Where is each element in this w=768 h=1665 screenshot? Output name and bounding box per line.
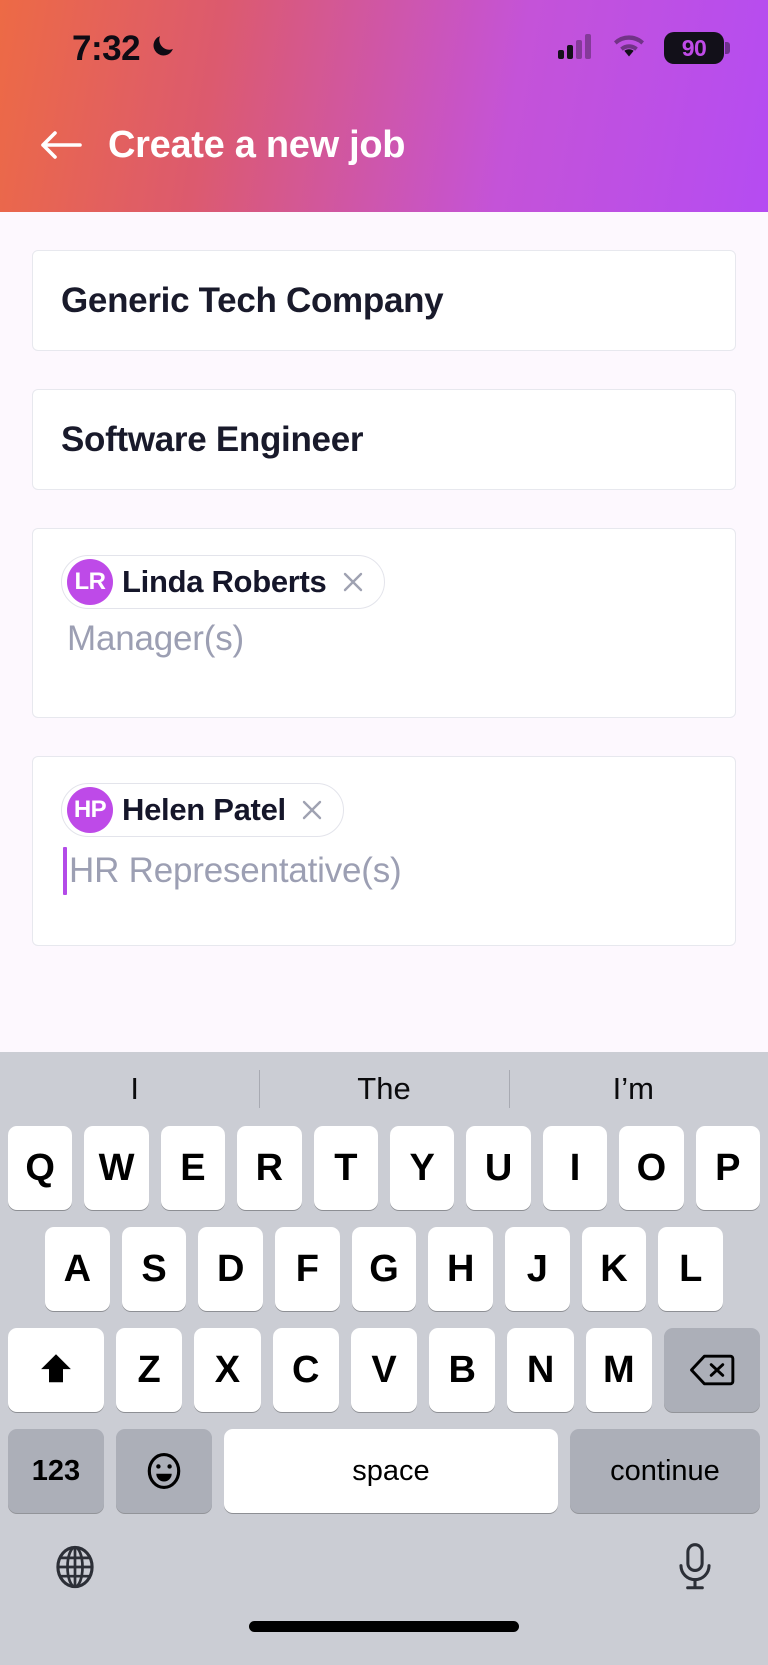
backspace-icon [689, 1354, 735, 1386]
suggestion-2[interactable]: I’m [509, 1071, 758, 1107]
job-title-field[interactable]: Software Engineer [32, 389, 736, 490]
key-m[interactable]: M [585, 1328, 652, 1412]
suggestion-0[interactable]: I [10, 1071, 259, 1107]
back-arrow-icon [41, 131, 82, 159]
emoji-icon [147, 1452, 181, 1490]
shift-icon [41, 1354, 71, 1383]
manager-chip[interactable]: LR Linda Roberts [61, 555, 385, 609]
key-s[interactable]: S [121, 1227, 187, 1311]
keyboard-row-3: Z X C V B N M [0, 1328, 768, 1412]
key-j[interactable]: J [505, 1227, 570, 1311]
avatar: HP [67, 787, 113, 833]
company-name-value: Generic Tech Company [61, 280, 444, 320]
key-l[interactable]: L [658, 1227, 724, 1311]
battery-nub [725, 42, 730, 54]
job-form: Generic Tech Company Software Engineer L… [0, 212, 768, 1052]
status-bar-right: 90 [558, 32, 730, 64]
key-e[interactable]: E [160, 1126, 226, 1210]
key-t[interactable]: T [313, 1126, 378, 1210]
avatar: LR [67, 559, 113, 605]
cellular-signal-icon [558, 33, 594, 64]
wifi-icon [611, 32, 647, 64]
dictation-key[interactable] [672, 1542, 718, 1592]
battery-level: 90 [681, 34, 707, 61]
key-g[interactable]: G [351, 1227, 417, 1311]
home-indicator-area [0, 1621, 768, 1665]
key-v[interactable]: V [350, 1328, 418, 1412]
keyboard-bottom-bar [0, 1513, 768, 1621]
key-p[interactable]: P [695, 1126, 761, 1210]
globe-key[interactable] [50, 1542, 100, 1592]
manager-chip-label: Linda Roberts [122, 564, 327, 599]
key-h[interactable]: H [428, 1227, 494, 1311]
phone-screen: 7:32 90 Create a new job Generic Tech Co… [0, 0, 768, 1665]
close-icon[interactable] [297, 795, 327, 825]
key-w[interactable]: W [84, 1126, 149, 1210]
status-bar: 7:32 90 [0, 0, 768, 96]
suggestion-bar: I The I’m [0, 1052, 768, 1126]
back-button[interactable] [34, 118, 88, 172]
shift-key[interactable] [8, 1328, 105, 1412]
keyboard-row-4: 123 space continue [0, 1429, 768, 1513]
key-d[interactable]: D [198, 1227, 263, 1311]
key-y[interactable]: Y [390, 1126, 455, 1210]
managers-input-row[interactable]: Manager(s) [61, 619, 707, 659]
close-icon[interactable] [338, 567, 368, 597]
return-key[interactable]: continue [570, 1429, 760, 1513]
key-c[interactable]: C [272, 1328, 339, 1412]
navigation-bar: Create a new job [0, 96, 768, 212]
key-n[interactable]: N [507, 1328, 574, 1412]
text-cursor [63, 847, 67, 895]
keyboard-row-2: A S D F G H J K L [0, 1227, 768, 1311]
hr-representatives-field[interactable]: HP Helen Patel HR Representative(s) [32, 756, 736, 946]
status-time: 7:32 [72, 28, 141, 68]
key-k[interactable]: K [581, 1227, 647, 1311]
key-o[interactable]: O [619, 1126, 684, 1210]
emoji-key[interactable] [116, 1429, 212, 1513]
app-header: 7:32 90 Create a new job [0, 0, 768, 212]
moon-icon [149, 32, 177, 65]
key-f[interactable]: F [275, 1227, 340, 1311]
microphone-icon [679, 1543, 711, 1590]
suggestion-1[interactable]: The [259, 1071, 508, 1107]
status-bar-left: 7:32 [72, 31, 177, 66]
key-u[interactable]: U [466, 1126, 531, 1210]
on-screen-keyboard: I The I’m Q W E R T Y U I O P A S D F G … [0, 1052, 768, 1665]
hr-representative-chip[interactable]: HP Helen Patel [61, 783, 344, 837]
key-a[interactable]: A [44, 1227, 110, 1311]
job-title-value: Software Engineer [61, 419, 364, 459]
key-q[interactable]: Q [7, 1126, 73, 1210]
company-name-field[interactable]: Generic Tech Company [32, 250, 736, 351]
key-r[interactable]: R [237, 1126, 302, 1210]
hr-representatives-placeholder: HR Representative(s) [69, 851, 402, 890]
backspace-key[interactable] [663, 1328, 760, 1412]
key-b[interactable]: B [429, 1328, 496, 1412]
managers-placeholder: Manager(s) [67, 619, 244, 658]
key-x[interactable]: X [194, 1328, 261, 1412]
key-i[interactable]: I [542, 1126, 608, 1210]
home-indicator[interactable] [249, 1621, 519, 1632]
key-z[interactable]: Z [116, 1328, 183, 1412]
hr-representatives-input-row[interactable]: HR Representative(s) [61, 847, 707, 895]
space-key[interactable]: space [224, 1429, 558, 1513]
numbers-key[interactable]: 123 [8, 1429, 104, 1513]
managers-field[interactable]: LR Linda Roberts Manager(s) [32, 528, 736, 718]
page-title: Create a new job [108, 123, 406, 166]
hr-representative-chip-label: Helen Patel [122, 792, 286, 827]
globe-icon [56, 1545, 94, 1589]
battery-icon: 90 [664, 32, 730, 64]
keyboard-row-1: Q W E R T Y U I O P [0, 1126, 768, 1210]
